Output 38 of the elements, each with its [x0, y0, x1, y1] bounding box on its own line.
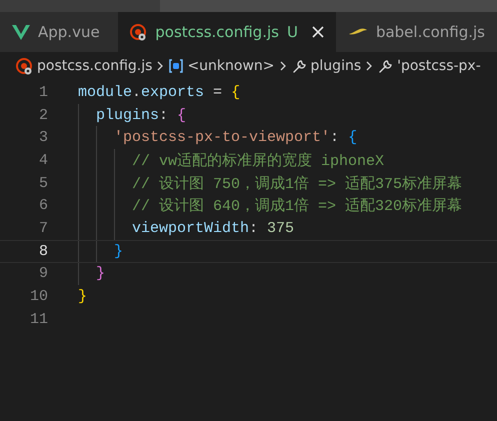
line-number: 9	[38, 265, 48, 282]
line-number: 1	[38, 84, 48, 101]
v-logo-icon	[12, 24, 30, 40]
editor-tab[interactable]: App.vue	[0, 12, 118, 52]
code-line: // vw适配的标准屏的宽度 iphoneX	[132, 151, 384, 172]
code-line: }	[78, 287, 88, 308]
chevron-icon	[157, 61, 164, 71]
line-number: 5	[38, 174, 48, 192]
line-number: 8	[38, 242, 48, 260]
breadcrumb-item[interactable]: 'postcss-px-	[397, 58, 481, 74]
breadcrumb-item[interactable]: plugins	[310, 58, 362, 74]
line-number: 4	[38, 152, 48, 169]
code-line: // 设计图 640，调成1倍 => 适配320标准屏幕	[132, 196, 462, 218]
gear-badge-icon	[16, 58, 33, 74]
brackets-icon	[169, 59, 184, 73]
line-number: 6	[38, 197, 48, 214]
line-number: 7	[38, 220, 48, 237]
code-line: // 设计图 750，调成1倍 => 适配375标准屏幕	[132, 174, 462, 194]
wrench-icon	[292, 58, 307, 74]
editor-tab[interactable]: postcss.config.js U	[118, 12, 336, 52]
line-number: 3	[38, 129, 48, 146]
code-line: }	[114, 242, 124, 262]
code-line: 'postcss-px-to-viewport': {	[114, 128, 358, 148]
breadcrumb-item[interactable]: postcss.config.js	[37, 58, 152, 74]
line-number: 10	[28, 288, 48, 306]
editor-tab[interactable]: babel.config.js	[336, 12, 497, 52]
chevron-icon	[280, 61, 287, 71]
chevron-icon	[366, 61, 374, 71]
line-number: 2	[38, 106, 48, 124]
code-line: module.exports = {	[78, 82, 240, 103]
close-icon[interactable]	[312, 26, 324, 38]
code-line: }	[96, 264, 106, 284]
gear-badge-icon	[130, 24, 148, 40]
line-number: 11	[28, 310, 48, 328]
code-line: viewportWidth: 375	[132, 218, 294, 239]
code-line: plugins: {	[96, 106, 186, 126]
breadcrumb-item[interactable]: <unknown>	[187, 58, 275, 74]
wrench-icon	[378, 58, 394, 74]
